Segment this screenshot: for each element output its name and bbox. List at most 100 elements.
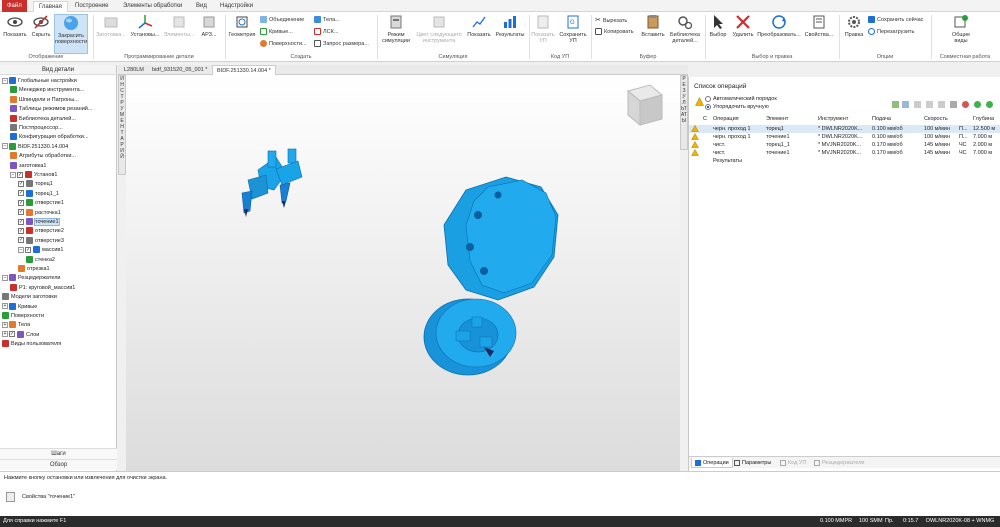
steps-button[interactable]: Шаги: [0, 448, 117, 459]
tree-item[interactable]: Менеджер инструмента...: [10, 86, 84, 95]
visibility-checkbox[interactable]: ✓: [17, 171, 23, 178]
tool-edit-icon[interactable]: [902, 101, 909, 108]
visibility-checkbox[interactable]: ✓: [18, 237, 24, 244]
reload-button[interactable]: Перезагрузить: [868, 28, 914, 37]
properties-button[interactable]: Свойства...: [802, 14, 836, 54]
doc-tab-bidf-931520[interactable]: bidf_931520_05_001 *: [148, 65, 211, 75]
show-button[interactable]: Показать: [2, 14, 28, 54]
tab-parameters[interactable]: Параметры: [731, 458, 774, 468]
tree-item[interactable]: ✓ отверстие2: [18, 227, 64, 236]
tool-copy-icon[interactable]: [926, 101, 933, 108]
manual-order-radio[interactable]: Упорядочить вручную: [705, 103, 769, 111]
tool-list-icon[interactable]: [914, 101, 921, 108]
expand-toggle-icon[interactable]: +: [2, 331, 8, 338]
tree-item[interactable]: ✓ торец1_1: [18, 189, 59, 199]
tool-group-icon[interactable]: [938, 101, 945, 108]
tree-item[interactable]: − Резцедержатели: [2, 274, 60, 283]
operation-row[interactable]: чист. точение1 * MVJNR2020K... 0.170 мм/об 1…: [689, 149, 1000, 157]
expand-toggle-icon[interactable]: −: [10, 171, 16, 178]
copy-button[interactable]: Копировать: [595, 28, 634, 37]
toolbox-side-tab[interactable]: ИНСТРУМЕНТАРИЙ: [118, 75, 126, 175]
tree-item[interactable]: Поверхности: [2, 312, 44, 321]
tree-item[interactable]: Виды пользователя: [2, 340, 61, 349]
save-now-button[interactable]: Сохранить сейчас: [868, 16, 923, 25]
menu-tab-machining-elements[interactable]: Элементы обработки: [118, 1, 187, 12]
part-library-button[interactable]: Библиотека деталей...: [669, 14, 701, 54]
sim-show-button[interactable]: Показать: [465, 14, 493, 54]
view-cube-icon[interactable]: [626, 84, 664, 127]
tree-item[interactable]: Таблицы режимов резаний...: [10, 105, 92, 114]
visibility-checkbox[interactable]: ✓: [18, 199, 24, 206]
tree-item[interactable]: ✓ расточка1: [18, 208, 61, 218]
tree-item[interactable]: P1: круговой_массив1: [10, 283, 75, 293]
menu-tab-file[interactable]: Файл: [2, 0, 27, 12]
cut-button[interactable]: ✂ Вырезать: [595, 16, 627, 25]
visibility-checkbox[interactable]: ✓: [18, 218, 24, 225]
curves-button[interactable]: Кривые...: [260, 28, 293, 37]
expand-toggle-icon[interactable]: −: [2, 77, 8, 84]
tab-tool-holders[interactable]: Резцедержатели: [811, 458, 867, 468]
surfaces-button[interactable]: Поверхности...: [260, 40, 307, 49]
paste-button[interactable]: Вставить: [638, 14, 668, 54]
geometry-button[interactable]: Геометрия: [227, 14, 257, 54]
expand-toggle-icon[interactable]: −: [2, 143, 8, 150]
tree-item[interactable]: ✓ точение1: [18, 218, 60, 227]
tree-item[interactable]: ✓ отверстие1: [18, 199, 64, 208]
tab-nc-code[interactable]: Код УП: [777, 458, 809, 468]
shade-surfaces-button[interactable]: Закрасить поверхности: [54, 14, 88, 54]
tree-item[interactable]: стенка2: [26, 255, 55, 265]
rule-button[interactable]: Правка: [842, 14, 866, 54]
tool-add-icon[interactable]: [892, 101, 899, 108]
operation-row[interactable]: черн. проход 1 точение1 * DWLNR2020K... 0.1…: [689, 133, 1000, 141]
operation-row[interactable]: чист. торец1_1 * MVJNR2020K... 0.170 мм/об 1…: [689, 141, 1000, 149]
expand-toggle-icon[interactable]: −: [2, 274, 8, 281]
tree-item[interactable]: Конфигурация обработки...: [10, 133, 88, 142]
auto-order-radio[interactable]: Автоматический порядок: [705, 95, 777, 103]
visibility-checkbox[interactable]: ✓: [18, 190, 24, 197]
tree-item[interactable]: + ✓ Слои: [2, 330, 39, 340]
expand-toggle-icon[interactable]: −: [18, 246, 24, 253]
tree-item[interactable]: заготовка1: [10, 161, 47, 171]
expand-toggle-icon[interactable]: +: [2, 321, 8, 328]
lsk-button[interactable]: ЛСК...: [314, 28, 338, 37]
elements-button[interactable]: Элементы...: [163, 14, 195, 54]
doc-tab-l280lm[interactable]: L280LM: [120, 65, 148, 75]
tree-item[interactable]: − ✓ Установ1: [10, 171, 57, 180]
visibility-checkbox[interactable]: ✓: [18, 227, 24, 234]
tree-item[interactable]: − BIDF.251330.14.004: [2, 142, 68, 152]
results-row[interactable]: Результаты: [713, 157, 742, 165]
overview-button[interactable]: Обзор: [0, 459, 117, 470]
menu-tab-addins[interactable]: Надстройки: [215, 1, 258, 12]
simulation-mode-button[interactable]: Режим симуляции: [379, 14, 413, 54]
tree-item[interactable]: − ✓ массив1: [18, 246, 63, 255]
tool-down-icon[interactable]: [986, 101, 993, 108]
tree-item[interactable]: + Кривые: [2, 302, 37, 312]
tree-item[interactable]: + Тела: [2, 321, 30, 330]
results-side-tab[interactable]: РЕЗУЛЬТАТЫ: [680, 75, 688, 150]
show-nc-button[interactable]: Показать УП: [531, 14, 555, 54]
visibility-checkbox[interactable]: ✓: [9, 331, 15, 338]
delete-button[interactable]: Удалить: [730, 14, 756, 54]
expand-toggle-icon[interactable]: +: [2, 303, 8, 310]
menu-tab-view[interactable]: Вид: [191, 1, 212, 12]
hide-button[interactable]: Скрыть: [29, 14, 53, 54]
tree-item[interactable]: − Глобальные настройки: [2, 77, 77, 86]
union-button[interactable]: Объединение: [260, 16, 304, 25]
tool-hand-icon[interactable]: [950, 101, 957, 108]
doc-tab-bidf-251330[interactable]: BIDF.251330.14.004 *: [212, 65, 276, 75]
stock-button[interactable]: Заготовка...: [95, 14, 127, 54]
tool-up-icon[interactable]: [974, 101, 981, 108]
tree-item[interactable]: Модели заготовки: [2, 293, 57, 302]
shared-views-button[interactable]: Общие виды: [945, 14, 977, 54]
operation-row[interactable]: черн. проход 1 торец1 * DWLNR2020K... 0.100…: [689, 125, 1000, 133]
visibility-checkbox[interactable]: ✓: [18, 209, 24, 216]
menu-tab-build[interactable]: Построение: [70, 1, 113, 12]
tree-item[interactable]: Библиотека деталей...: [10, 114, 76, 124]
results-button[interactable]: Результаты: [494, 14, 526, 54]
setups-button[interactable]: Установы...: [128, 14, 162, 54]
bodies-button[interactable]: Тела...: [314, 16, 340, 25]
visibility-checkbox[interactable]: ✓: [18, 180, 24, 187]
visibility-checkbox[interactable]: ✓: [25, 246, 31, 253]
tab-operations[interactable]: Операции: [691, 458, 733, 468]
transform-button[interactable]: Преобразовать...: [757, 14, 801, 54]
